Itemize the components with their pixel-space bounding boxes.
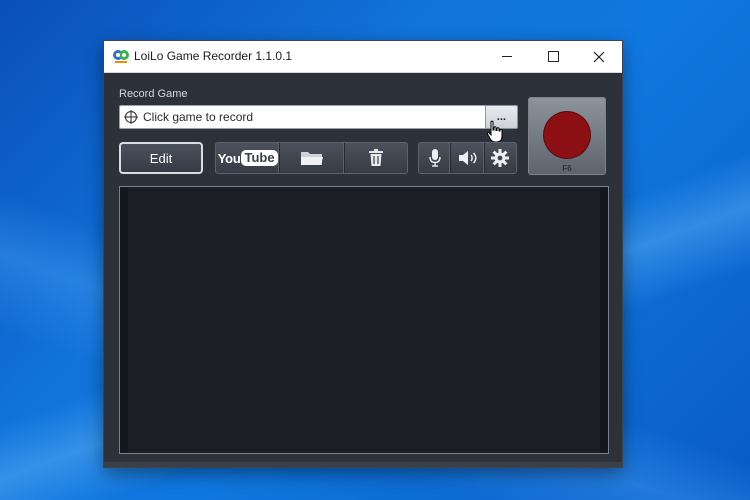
open-folder-button[interactable] bbox=[280, 143, 345, 173]
close-button[interactable] bbox=[576, 41, 622, 72]
window-bottom-edge bbox=[104, 462, 622, 467]
microphone-icon bbox=[428, 149, 441, 167]
game-target-field[interactable]: Click game to record bbox=[119, 105, 486, 129]
speaker-icon bbox=[458, 151, 476, 165]
delete-button[interactable] bbox=[345, 143, 407, 173]
edit-button[interactable]: Edit bbox=[119, 142, 203, 174]
minimize-button[interactable] bbox=[484, 41, 530, 72]
preview-area bbox=[119, 186, 609, 454]
record-game-label: Record Game bbox=[119, 88, 188, 100]
speaker-button[interactable] bbox=[451, 143, 485, 173]
gear-icon bbox=[491, 149, 510, 167]
record-hotkey-label: F6 bbox=[562, 164, 572, 173]
settings-button[interactable] bbox=[485, 143, 516, 173]
audio-settings-toolbar bbox=[418, 142, 517, 174]
youtube-logo-tube: Tube bbox=[241, 150, 278, 166]
close-icon bbox=[593, 51, 605, 62]
game-target-placeholder: Click game to record bbox=[143, 110, 254, 124]
record-button[interactable]: F6 bbox=[528, 97, 606, 175]
youtube-logo-you: You bbox=[217, 150, 241, 166]
folder-icon bbox=[300, 152, 323, 165]
app-window: LoiLo Game Recorder 1.1.0.1 Record Game … bbox=[104, 41, 622, 467]
maximize-icon bbox=[547, 51, 559, 62]
window-title: LoiLo Game Recorder 1.1.0.1 bbox=[134, 49, 293, 63]
loilo-app-icon bbox=[113, 50, 129, 63]
youtube-upload-button[interactable]: You Tube bbox=[216, 143, 281, 173]
microphone-button[interactable] bbox=[419, 143, 452, 173]
trash-icon bbox=[368, 149, 383, 166]
maximize-button[interactable] bbox=[530, 41, 576, 72]
title-bar[interactable]: LoiLo Game Recorder 1.1.0.1 bbox=[104, 41, 622, 73]
minimize-icon bbox=[501, 56, 512, 57]
main-panel: Record Game Click game to record ... Edi… bbox=[104, 73, 622, 467]
hand-cursor-icon bbox=[486, 120, 503, 143]
share-toolbar: You Tube bbox=[215, 142, 408, 174]
crosshair-icon bbox=[124, 110, 138, 124]
record-indicator-icon bbox=[544, 112, 590, 158]
